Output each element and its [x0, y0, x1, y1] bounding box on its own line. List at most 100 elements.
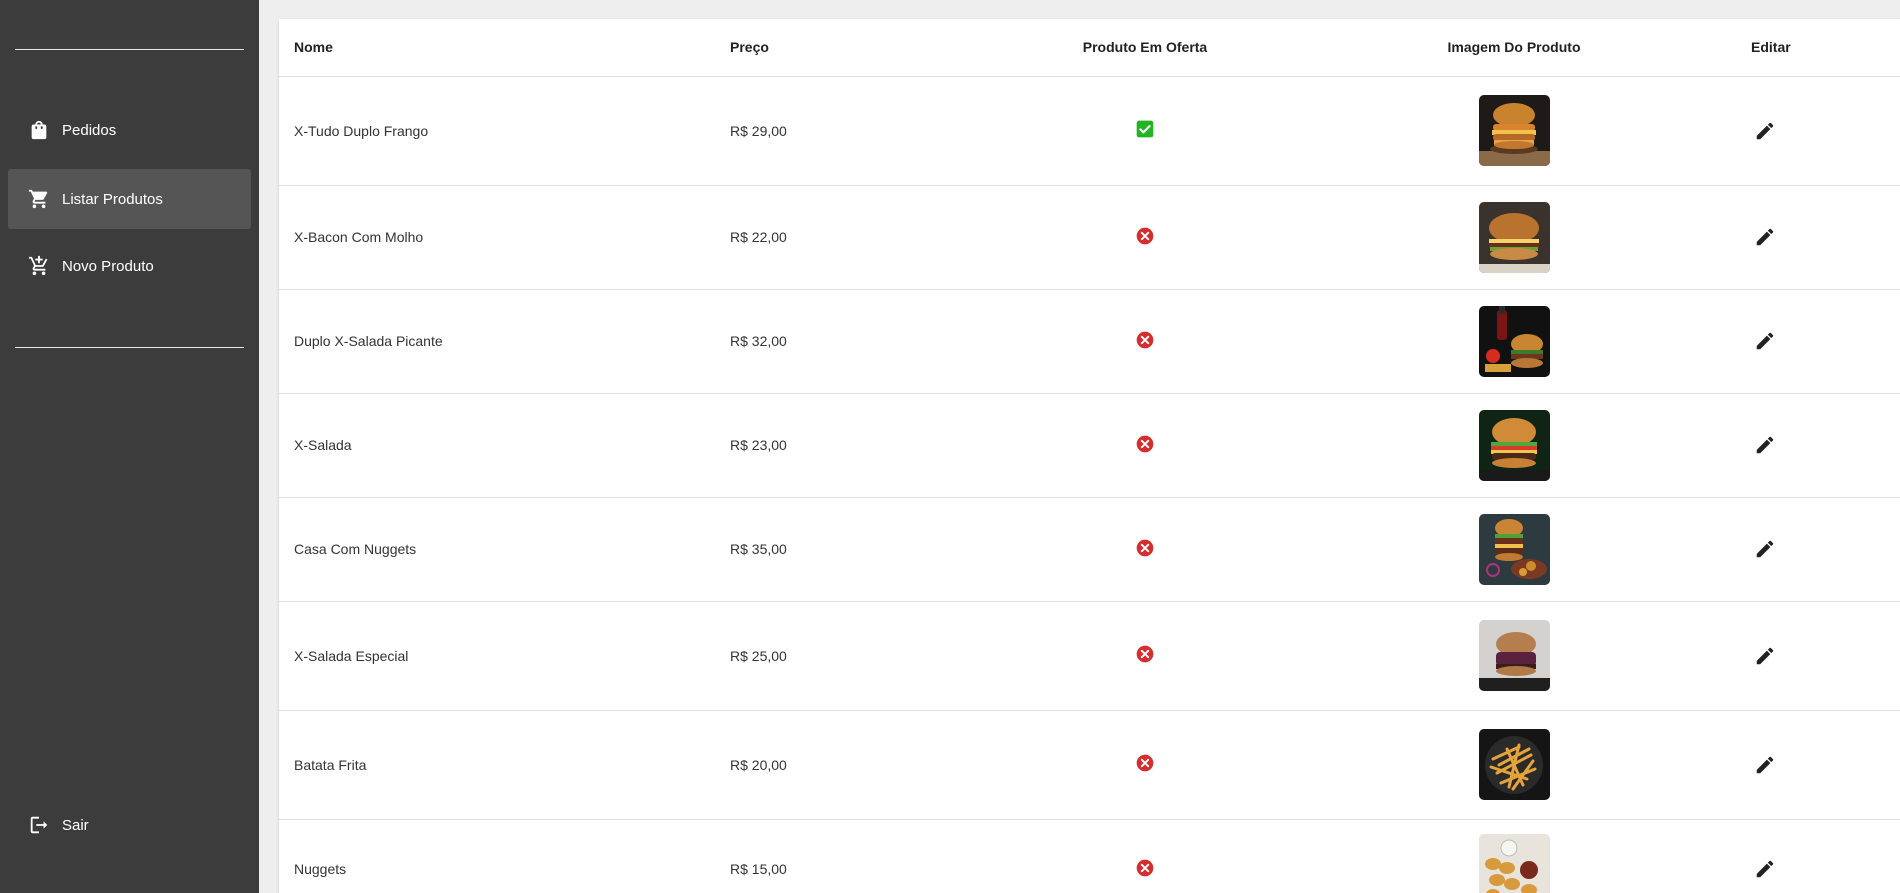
- product-offer-cell: [999, 76, 1291, 186]
- sidebar-item-label: Listar Produtos: [62, 190, 163, 208]
- product-image-cell: [1291, 710, 1737, 820]
- edit-button[interactable]: [1747, 323, 1783, 359]
- nuggets-photo: [1478, 833, 1550, 893]
- cross-icon: [1135, 434, 1155, 454]
- product-edit-cell: [1737, 710, 1900, 820]
- table-row: Duplo X-Salada Picante R$ 32,00: [279, 289, 1900, 394]
- sidebar: Pedidos Listar Produtos Novo Produto Sai…: [0, 0, 259, 893]
- pencil-icon: [1754, 858, 1776, 880]
- product-offer-cell: [999, 710, 1291, 820]
- product-name: X-Tudo Duplo Frango: [279, 76, 730, 186]
- table-row: Casa Com Nuggets R$ 35,00: [279, 497, 1900, 602]
- cross-icon: [1135, 538, 1155, 558]
- spicy-burger-photo: [1478, 305, 1550, 377]
- salad-burger-photo: [1478, 409, 1550, 481]
- column-header-nome: Nome: [279, 19, 730, 77]
- logout-button[interactable]: Sair: [8, 795, 251, 855]
- shopping-bag-icon: [28, 119, 50, 141]
- sidebar-item-novo-produto[interactable]: Novo Produto: [8, 236, 251, 296]
- edit-button[interactable]: [1747, 531, 1783, 567]
- product-name: X-Bacon Com Molho: [279, 185, 730, 290]
- special-burger-photo: [1478, 620, 1550, 691]
- sidebar-divider-top: [15, 49, 244, 50]
- product-price: R$ 22,00: [730, 185, 999, 290]
- product-image-cell: [1291, 76, 1737, 186]
- product-edit-cell: [1737, 185, 1900, 290]
- product-edit-cell: [1737, 819, 1900, 893]
- table-row: X-Salada R$ 23,00: [279, 393, 1900, 498]
- product-image-cell: [1291, 289, 1737, 394]
- product-price: R$ 20,00: [730, 710, 999, 820]
- logout-label: Sair: [62, 816, 89, 834]
- sidebar-divider-bottom: [15, 347, 244, 348]
- product-price: R$ 25,00: [730, 601, 999, 711]
- add-shopping-cart-icon: [28, 255, 50, 277]
- logout-icon: [28, 814, 50, 836]
- product-price: R$ 35,00: [730, 497, 999, 602]
- edit-button[interactable]: [1747, 747, 1783, 783]
- pencil-icon: [1754, 434, 1776, 456]
- burger-nuggets-photo: [1478, 513, 1550, 585]
- column-header-imagem: Imagem Do Produto: [1291, 19, 1737, 77]
- pencil-icon: [1754, 120, 1776, 142]
- product-edit-cell: [1737, 289, 1900, 394]
- sidebar-item-label: Novo Produto: [62, 257, 154, 275]
- table-row: Batata Frita R$ 20,00: [279, 710, 1900, 820]
- product-offer-cell: [999, 819, 1291, 893]
- product-offer-cell: [999, 497, 1291, 602]
- column-header-preco: Preço: [730, 19, 999, 77]
- table-row: X-Bacon Com Molho R$ 22,00: [279, 185, 1900, 290]
- edit-button[interactable]: [1747, 427, 1783, 463]
- table-row: X-Tudo Duplo Frango R$ 29,00: [279, 76, 1900, 186]
- edit-button[interactable]: [1747, 219, 1783, 255]
- table-header-row: Nome Preço Produto Em Oferta Imagem Do P…: [279, 19, 1900, 77]
- product-offer-cell: [999, 289, 1291, 394]
- product-image-cell: [1291, 185, 1737, 290]
- check-icon: [1135, 119, 1155, 139]
- bacon-burger-photo: [1478, 201, 1550, 273]
- cross-icon: [1135, 858, 1155, 878]
- cross-icon: [1135, 330, 1155, 350]
- column-header-oferta: Produto Em Oferta: [999, 19, 1291, 77]
- cross-icon: [1135, 226, 1155, 246]
- edit-button[interactable]: [1747, 638, 1783, 674]
- product-image-cell: [1291, 393, 1737, 498]
- product-name: X-Salada: [279, 393, 730, 498]
- product-offer-cell: [999, 601, 1291, 711]
- product-name: Duplo X-Salada Picante: [279, 289, 730, 394]
- fries-photo: [1478, 729, 1550, 800]
- pencil-icon: [1754, 226, 1776, 248]
- product-image-cell: [1291, 497, 1737, 602]
- product-price: R$ 23,00: [730, 393, 999, 498]
- column-header-editar: Editar: [1737, 19, 1900, 77]
- pencil-icon: [1754, 645, 1776, 667]
- product-image-cell: [1291, 819, 1737, 893]
- product-name: Casa Com Nuggets: [279, 497, 730, 602]
- pencil-icon: [1754, 330, 1776, 352]
- product-edit-cell: [1737, 76, 1900, 186]
- product-name: Batata Frita: [279, 710, 730, 820]
- sidebar-item-label: Pedidos: [62, 121, 117, 139]
- product-price: R$ 29,00: [730, 76, 999, 186]
- table-row: X-Salada Especial R$ 25,00: [279, 601, 1900, 711]
- sidebar-item-pedidos[interactable]: Pedidos: [8, 100, 251, 160]
- product-edit-cell: [1737, 393, 1900, 498]
- pencil-icon: [1754, 538, 1776, 560]
- product-offer-cell: [999, 393, 1291, 498]
- sidebar-item-listar-produtos[interactable]: Listar Produtos: [8, 169, 251, 229]
- edit-button[interactable]: [1747, 851, 1783, 887]
- products-table-card: Nome Preço Produto Em Oferta Imagem Do P…: [279, 19, 1900, 893]
- table-row: Nuggets R$ 15,00: [279, 819, 1900, 893]
- chicken-burger-photo: [1478, 95, 1550, 166]
- cross-icon: [1135, 644, 1155, 664]
- product-price: R$ 32,00: [730, 289, 999, 394]
- products-table: Nome Preço Produto Em Oferta Imagem Do P…: [279, 19, 1900, 893]
- pencil-icon: [1754, 754, 1776, 776]
- product-name: X-Salada Especial: [279, 601, 730, 711]
- product-edit-cell: [1737, 601, 1900, 711]
- cross-icon: [1135, 753, 1155, 773]
- table-body: X-Tudo Duplo Frango R$ 29,00 X-Bacon Com M…: [279, 76, 1900, 893]
- product-edit-cell: [1737, 497, 1900, 602]
- product-name: Nuggets: [279, 819, 730, 893]
- edit-button[interactable]: [1747, 113, 1783, 149]
